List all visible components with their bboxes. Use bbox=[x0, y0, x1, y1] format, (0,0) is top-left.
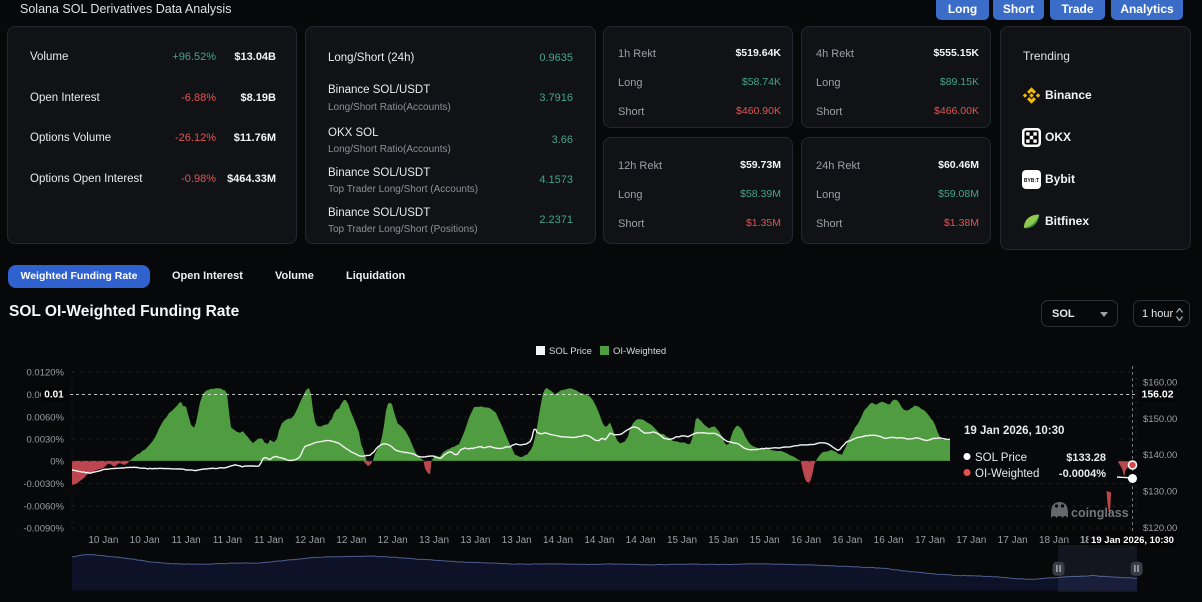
svg-text:OI-Weighted: OI-Weighted bbox=[975, 468, 1039, 480]
svg-text:0.0060%: 0.0060% bbox=[26, 413, 64, 424]
svg-text:$130.00: $130.00 bbox=[1143, 487, 1177, 498]
svg-text:OI-Weighted: OI-Weighted bbox=[613, 346, 666, 357]
svg-text:17 Jan: 17 Jan bbox=[998, 535, 1028, 546]
svg-text:15 Jan: 15 Jan bbox=[750, 535, 780, 546]
svg-text:-0.0004%: -0.0004% bbox=[1059, 468, 1106, 480]
svg-text:0.0120%: 0.0120% bbox=[26, 368, 64, 379]
svg-text:$150.00: $150.00 bbox=[1143, 414, 1177, 425]
svg-text:13 Jan: 13 Jan bbox=[419, 535, 449, 546]
svg-text:-0.0090%: -0.0090% bbox=[23, 524, 64, 535]
svg-text:11 Jan: 11 Jan bbox=[254, 535, 283, 546]
svg-text:19 Jan 2026, 10:30: 19 Jan 2026, 10:30 bbox=[964, 425, 1064, 437]
svg-text:17 Jan: 17 Jan bbox=[956, 535, 986, 546]
svg-text:14 Jan: 14 Jan bbox=[626, 535, 656, 546]
svg-text:0%: 0% bbox=[50, 457, 64, 468]
svg-text:12 Jan: 12 Jan bbox=[295, 535, 325, 546]
svg-text:15 Jan: 15 Jan bbox=[667, 535, 697, 546]
svg-text:13 Jan: 13 Jan bbox=[460, 535, 490, 546]
svg-text:-0.0030%: -0.0030% bbox=[23, 479, 64, 490]
svg-text:12 Jan: 12 Jan bbox=[336, 535, 366, 546]
svg-text:19 Jan 2026, 10:30: 19 Jan 2026, 10:30 bbox=[1091, 535, 1174, 546]
svg-text:11 Jan: 11 Jan bbox=[213, 535, 242, 546]
svg-text:14 Jan: 14 Jan bbox=[543, 535, 573, 546]
svg-text:10 Jan: 10 Jan bbox=[130, 535, 160, 546]
svg-text:SOL Price: SOL Price bbox=[549, 346, 592, 357]
svg-text:15 Jan: 15 Jan bbox=[708, 535, 738, 546]
svg-text:$133.28: $133.28 bbox=[1066, 452, 1106, 464]
svg-text:18 Jan: 18 Jan bbox=[1039, 535, 1069, 546]
svg-text:12 Jan: 12 Jan bbox=[378, 535, 408, 546]
svg-text:17 Jan: 17 Jan bbox=[915, 535, 945, 546]
svg-text:SOL Price: SOL Price bbox=[975, 452, 1027, 464]
svg-text:10 Jan: 10 Jan bbox=[88, 535, 118, 546]
svg-text:16 Jan: 16 Jan bbox=[832, 535, 862, 546]
svg-text:$160.00: $160.00 bbox=[1143, 378, 1177, 389]
svg-text:14 Jan: 14 Jan bbox=[584, 535, 614, 546]
svg-text:16 Jan: 16 Jan bbox=[874, 535, 904, 546]
svg-text:BYB:T: BYB:T bbox=[1024, 178, 1039, 184]
svg-text:11 Jan: 11 Jan bbox=[171, 535, 200, 546]
svg-text:-0.0060%: -0.0060% bbox=[23, 502, 64, 513]
svg-text:$140.00: $140.00 bbox=[1143, 450, 1177, 461]
svg-text:13 Jan: 13 Jan bbox=[502, 535, 532, 546]
svg-text:0.01: 0.01 bbox=[44, 390, 64, 401]
svg-text:156.02: 156.02 bbox=[1142, 389, 1174, 401]
svg-text:coinglass: coinglass bbox=[1071, 506, 1129, 520]
svg-text:0.0030%: 0.0030% bbox=[26, 435, 64, 446]
svg-text:16 Jan: 16 Jan bbox=[791, 535, 821, 546]
